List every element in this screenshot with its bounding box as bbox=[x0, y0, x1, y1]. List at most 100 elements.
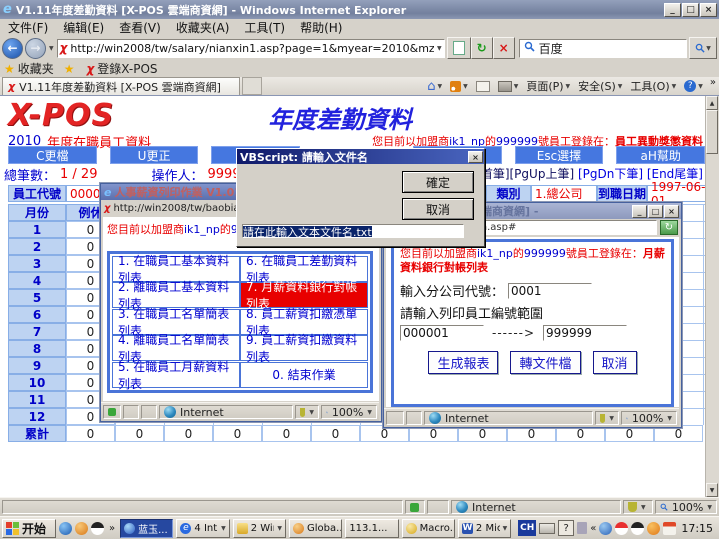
protected-mode-cell[interactable]: ▼ bbox=[623, 500, 653, 514]
nav-history-dropdown-icon[interactable]: ▼ bbox=[49, 45, 54, 52]
task-windows-explorer-group[interactable]: 2 Win... ▼ bbox=[233, 519, 286, 538]
close-button[interactable]: × bbox=[700, 3, 717, 17]
scroll-down-button[interactable]: ▼ bbox=[706, 483, 718, 497]
task-global[interactable]: Globa... bbox=[289, 519, 342, 538]
tray-network-icon[interactable] bbox=[599, 522, 612, 535]
month-label: 3 bbox=[8, 255, 66, 272]
address-input[interactable]: χ http://win2008/tw/salary/nianxin1.asp?… bbox=[57, 39, 445, 58]
range-to-input[interactable] bbox=[543, 325, 627, 341]
task-internet-explorer-group[interactable]: e 4 Int... ▼ bbox=[176, 519, 229, 538]
dialog-ok-button[interactable]: 確定 bbox=[402, 171, 474, 193]
task-113[interactable]: 113.1... bbox=[345, 519, 398, 538]
print-menu-item-0[interactable]: 0. 結束作業 bbox=[240, 362, 368, 388]
maximize-button[interactable]: □ bbox=[682, 3, 699, 17]
zoom-cell[interactable]: 100%▼ bbox=[321, 405, 377, 419]
close-button[interactable]: × bbox=[664, 205, 679, 218]
home-button[interactable]: ⌂▼ bbox=[423, 78, 446, 95]
refresh-button[interactable]: ↻ bbox=[471, 37, 493, 59]
feed-button[interactable]: ▼ bbox=[446, 78, 472, 95]
menu-edit[interactable]: 编辑(E) bbox=[63, 19, 104, 36]
toolbar-button-help[interactable]: aH幫助 bbox=[616, 146, 705, 164]
toolbar-button-select[interactable]: Esc選擇 bbox=[515, 146, 604, 164]
scroll-up-button[interactable]: ▲ bbox=[706, 96, 718, 110]
forward-button[interactable]: → bbox=[25, 38, 46, 59]
login-mid: 的 bbox=[220, 223, 231, 236]
page-scrollbar[interactable]: ▲ ▼ bbox=[705, 96, 719, 497]
total-cell: 0 bbox=[311, 425, 360, 442]
add-favorite-button[interactable]: ★ bbox=[64, 62, 75, 76]
tray-calendar-icon[interactable] bbox=[663, 522, 676, 535]
protected-mode-cell[interactable]: ▼ bbox=[295, 405, 319, 419]
start-button[interactable]: 开始 bbox=[2, 519, 56, 538]
favorite-link-xpos[interactable]: χ 登錄X-POS bbox=[87, 60, 158, 77]
task-word-group[interactable]: W 2 Mic... ▼ bbox=[458, 519, 511, 538]
address-dropdown-icon[interactable]: ▼ bbox=[437, 45, 442, 52]
taskbar-clock[interactable]: 17:15 bbox=[681, 522, 713, 535]
tray-wangwang-icon[interactable] bbox=[647, 522, 660, 535]
toolbar-button-correct[interactable]: U更正 bbox=[110, 146, 199, 164]
mail-button[interactable] bbox=[472, 78, 494, 95]
export-file-button[interactable]: 轉文件檔 bbox=[510, 351, 580, 374]
protected-mode-cell[interactable]: ▼ bbox=[595, 411, 619, 425]
month-label: 11 bbox=[8, 391, 66, 408]
search-go-button[interactable]: ▼ bbox=[689, 37, 717, 59]
print-menu-item-9[interactable]: 9. 員工薪資扣繳資料列表 bbox=[240, 335, 368, 361]
zoom-cell[interactable]: 100%▼ bbox=[621, 411, 677, 425]
stop-button[interactable]: × bbox=[493, 37, 515, 59]
task-lanyu[interactable]: 蓝玉... bbox=[120, 519, 173, 538]
start-label: 开始 bbox=[22, 520, 46, 537]
help-button[interactable]: ?▼ bbox=[680, 78, 707, 95]
tray-penguin-icon[interactable] bbox=[631, 522, 644, 535]
internet-zone-icon bbox=[429, 412, 441, 424]
go-button[interactable]: ↻ bbox=[660, 220, 678, 235]
tray-qq-icon[interactable] bbox=[615, 522, 628, 535]
favorites-button[interactable]: ★ 收藏夹 bbox=[4, 60, 54, 77]
menu-help[interactable]: 帮助(H) bbox=[300, 19, 342, 36]
ime-help-icon[interactable]: ? bbox=[558, 520, 574, 536]
search-input[interactable]: 百度 bbox=[519, 39, 687, 58]
minimize-button[interactable]: _ bbox=[664, 3, 681, 17]
quicklaunch-messenger-icon[interactable] bbox=[75, 522, 88, 535]
zoom-cell[interactable]: 100%▼ bbox=[655, 500, 717, 514]
menu-view[interactable]: 查看(V) bbox=[119, 19, 161, 36]
group-dropdown-icon: ▼ bbox=[221, 525, 226, 532]
page-menu-button[interactable]: 頁面(P)▼ bbox=[522, 78, 574, 95]
task-macro[interactable]: Macro... bbox=[402, 519, 455, 538]
tray-collapse-icon[interactable]: « bbox=[590, 523, 596, 534]
quicklaunch-qq-icon[interactable] bbox=[91, 522, 104, 535]
new-tab-stub[interactable] bbox=[242, 77, 262, 95]
minimize-button[interactable]: _ bbox=[632, 205, 647, 218]
cancel-button[interactable]: 取消 bbox=[593, 351, 637, 374]
menu-tools[interactable]: 工具(T) bbox=[244, 19, 285, 36]
chevron-more-icon[interactable]: » bbox=[710, 77, 716, 88]
print-button[interactable]: ▼ bbox=[494, 78, 523, 95]
menu-favorites[interactable]: 收藏夹(A) bbox=[176, 19, 230, 36]
menu-file[interactable]: 文件(F) bbox=[8, 19, 48, 36]
maximize-button[interactable]: □ bbox=[648, 205, 663, 218]
range-from-input[interactable] bbox=[400, 325, 484, 341]
compat-button[interactable] bbox=[447, 37, 471, 59]
tab-active[interactable]: χ V1.11年度差勤資料 [X-POS 雲端商資網] bbox=[2, 77, 240, 95]
dialog-cancel-button[interactable]: 取消 bbox=[402, 198, 474, 220]
back-button[interactable]: ← bbox=[2, 38, 23, 59]
status-cell bbox=[406, 411, 422, 425]
dialog-filename-input[interactable]: 請在此輸入文本文件名.txt bbox=[242, 224, 464, 238]
generate-report-button[interactable]: 生成報表 bbox=[428, 351, 498, 374]
dialog-title: VBScript: 請輸入文件名 bbox=[240, 149, 467, 165]
language-indicator[interactable]: CH bbox=[518, 520, 536, 536]
quicklaunch-ie-icon[interactable] bbox=[59, 522, 72, 535]
xpos-favicon: χ bbox=[60, 41, 68, 55]
scroll-thumb[interactable] bbox=[706, 110, 718, 154]
branch-input[interactable] bbox=[508, 283, 592, 299]
ime-tool-icon[interactable] bbox=[577, 522, 587, 534]
keyboard-icon[interactable] bbox=[539, 523, 555, 534]
star-icon: ★ bbox=[4, 62, 15, 76]
toolbar-button-update-file[interactable]: C更檔 bbox=[8, 146, 97, 164]
safety-menu-button[interactable]: 安全(S)▼ bbox=[574, 78, 626, 95]
ie-logo-icon: e bbox=[3, 2, 12, 17]
print-menu-item-5[interactable]: 5. 在職員工月薪資料列表 bbox=[112, 362, 240, 388]
tools-menu-button[interactable]: 工具(O)▼ bbox=[626, 78, 680, 95]
dialog-close-button[interactable]: × bbox=[468, 151, 483, 163]
quicklaunch-more-icon[interactable]: » bbox=[109, 523, 115, 534]
month-label: 4 bbox=[8, 272, 66, 289]
